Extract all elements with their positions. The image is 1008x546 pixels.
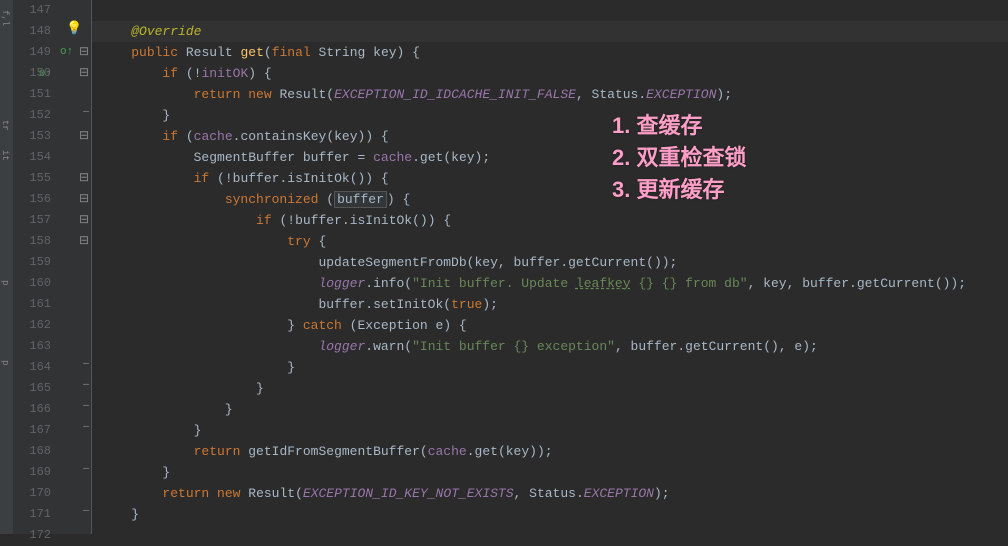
line-num-170: 170 [14, 483, 57, 504]
code-line-164: } [92, 357, 1008, 378]
line-num-156: 156 [14, 189, 57, 210]
code-line-163: logger.warn("Init buffer {} exception", … [92, 336, 1008, 357]
line-num-158: 158 [14, 231, 57, 252]
line-num-165: 165 [14, 378, 57, 399]
left-sidebar: f,l tr it p p [0, 0, 14, 534]
code-line-158: try { [92, 231, 1008, 252]
code-line-148: @Override [92, 21, 1008, 42]
fold-icon-157[interactable] [79, 212, 89, 227]
code-area[interactable]: @Override public Result get(final String… [92, 0, 1008, 534]
code-line-169: } [92, 462, 1008, 483]
fold-icon-153[interactable] [79, 128, 89, 143]
line-num-151: 151 [14, 84, 57, 105]
line-num-172: 172 [14, 525, 57, 546]
code-line-172 [92, 525, 1008, 546]
code-line-149: public Result get(final String key) { [92, 42, 1008, 63]
line-num-166: 166 [14, 399, 57, 420]
code-line-166: } [92, 399, 1008, 420]
code-line-147 [92, 0, 1008, 21]
left-marker-3: it [0, 150, 10, 161]
code-line-154: SegmentBuffer buffer = cache.get(key); [92, 147, 1008, 168]
code-line-153: if (cache.containsKey(key)) { [92, 126, 1008, 147]
line-num-167: 167 [14, 420, 57, 441]
left-marker-5: p [0, 360, 10, 365]
line-num-155: 155 [14, 168, 57, 189]
fold-icon-155[interactable] [79, 170, 89, 185]
code-line-160: logger.info("Init buffer. Update leafkey… [92, 273, 1008, 294]
code-line-161: buffer.setInitOk(true); [92, 294, 1008, 315]
code-line-151: return new Result(EXCEPTION_ID_IDCACHE_I… [92, 84, 1008, 105]
fold-icon-156[interactable] [79, 191, 89, 206]
code-line-150: if (!initOK) { [92, 63, 1008, 84]
line-num-148: 148 [14, 21, 57, 42]
line-num-149: 149 0↑ [14, 42, 57, 63]
fold-icon-169[interactable] [83, 464, 89, 475]
fold-icon-150[interactable] [79, 65, 89, 80]
line-num-171: 171 [14, 504, 57, 525]
fold-icon-166[interactable] [83, 401, 89, 412]
code-line-157: if (!buffer.isInitOk()) { [92, 210, 1008, 231]
fold-icon-167[interactable] [83, 422, 89, 433]
fold-icon-165[interactable] [83, 380, 89, 391]
fold-icon-171[interactable] [83, 506, 89, 517]
line-num-161: 161 [14, 294, 57, 315]
left-marker-4: p [0, 280, 10, 285]
fold-icon-149[interactable] [79, 44, 89, 59]
line-num-168: 168 [14, 441, 57, 462]
lightbulb-icon: 💡 [66, 21, 82, 36]
left-marker-2: tr [0, 120, 10, 131]
override-gutter-icon[interactable]: o↑ [60, 46, 73, 58]
line-number-gutter: 147 148 149 0↑ 150 151 152 153 154 155 1… [14, 0, 58, 534]
code-line-152: } [92, 105, 1008, 126]
intention-bulb[interactable]: 💡 [66, 21, 82, 36]
line-num-160: 160 [14, 273, 57, 294]
code-editor: f,l tr it p p 147 148 149 0↑ 150 151 152… [0, 0, 1008, 534]
line-num-153: 153 [14, 126, 57, 147]
override-annotation: @Override [131, 24, 201, 39]
code-line-155: if (!buffer.isInitOk()) { [92, 168, 1008, 189]
line-num-154: 154 [14, 147, 57, 168]
gutter-icons: 💡 o↑ [58, 0, 92, 534]
code-line-159: updateSegmentFromDb(key, buffer.getCurre… [92, 252, 1008, 273]
line-num-157: 157 [14, 210, 57, 231]
code-line-156: synchronized (buffer) { [92, 189, 1008, 210]
line-num-159: 159 [14, 252, 57, 273]
fold-icon-152[interactable] [83, 107, 89, 118]
fold-icon-164[interactable] [83, 359, 89, 370]
line-num-169: 169 [14, 462, 57, 483]
left-marker-1: f,l [0, 10, 10, 26]
line-num-150: 150 [14, 63, 57, 84]
line-num-147: 147 [14, 0, 57, 21]
code-line-162: } catch (Exception e) { [92, 315, 1008, 336]
line-num-164: 164 [14, 357, 57, 378]
line-num-152: 152 [14, 105, 57, 126]
code-line-165: } [92, 378, 1008, 399]
line-num-162: 162 [14, 315, 57, 336]
line-num-163: 163 [14, 336, 57, 357]
code-line-171: } [92, 504, 1008, 525]
fold-icon-158[interactable] [79, 233, 89, 248]
code-line-170: return new Result(EXCEPTION_ID_KEY_NOT_E… [92, 483, 1008, 504]
code-line-168: return getIdFromSegmentBuffer(cache.get(… [92, 441, 1008, 462]
code-line-167: } [92, 420, 1008, 441]
